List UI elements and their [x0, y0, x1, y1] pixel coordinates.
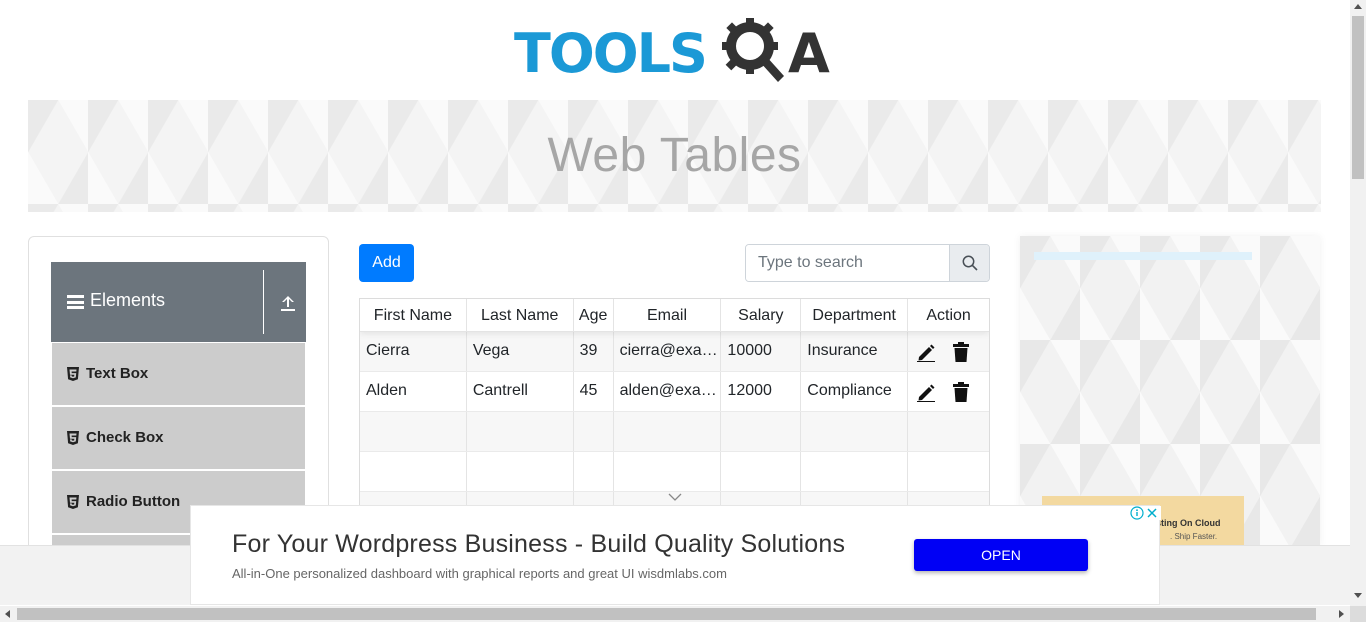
cell-department: Insurance: [801, 332, 909, 371]
scroll-up-arrow-icon[interactable]: [1354, 4, 1362, 9]
html5-icon: [67, 431, 79, 445]
cell-email: alden@example.com: [614, 372, 722, 411]
ad-headline[interactable]: For Your Wordpress Business - Build Qual…: [232, 530, 845, 559]
vertical-scrollbar[interactable]: [1350, 0, 1366, 606]
column-header-salary[interactable]: Salary: [721, 299, 802, 331]
collapse-upload-icon[interactable]: [279, 294, 297, 312]
menu-icon: [67, 295, 84, 309]
sidebar-item-check-box[interactable]: Check Box: [51, 407, 306, 469]
search-box: [745, 244, 990, 282]
scroll-right-arrow-icon[interactable]: [1339, 610, 1344, 618]
page-banner: Web Tables: [28, 100, 1321, 212]
search-button[interactable]: [949, 245, 989, 281]
column-header-last-name[interactable]: Last Name: [467, 299, 574, 331]
cell-age: 39: [574, 332, 614, 371]
web-table: First Name Last Name Age Email Salary De…: [359, 298, 990, 506]
table-row: Cierra Vega 39 cierra@example.com 10000 …: [360, 332, 989, 372]
logo-text: TOOLS: [514, 22, 708, 85]
cell-email: cierra@example.com: [614, 332, 722, 371]
cell-salary: 10000: [721, 332, 802, 371]
scrollbar-thumb[interactable]: [1352, 16, 1364, 179]
page-title: Web Tables: [547, 129, 802, 182]
delete-icon[interactable]: [952, 381, 970, 402]
sidebar-group-title: Elements: [90, 290, 166, 310]
gear-search-icon: [722, 18, 784, 82]
horizontal-scrollbar[interactable]: [0, 606, 1350, 622]
search-icon: [962, 255, 978, 271]
bottom-ad[interactable]: For Your Wordpress Business - Build Qual…: [190, 505, 1161, 605]
mini-ad-subtext: . Ship Faster.: [1170, 532, 1218, 541]
mini-ad-text: sting On Cloud: [1156, 518, 1221, 528]
column-header-email[interactable]: Email: [614, 299, 722, 331]
column-header-action: Action: [926, 307, 971, 324]
table-header: First Name Last Name Age Email Salary De…: [360, 299, 989, 332]
scrollbar-thumb[interactable]: [17, 608, 1316, 620]
ad-open-button[interactable]: OPEN: [914, 539, 1088, 571]
edit-icon[interactable]: [916, 382, 936, 402]
cell-age: 45: [574, 372, 614, 411]
column-header-age[interactable]: Age: [574, 299, 614, 331]
sidebar-item-label: Radio Button: [86, 493, 181, 510]
sidebar-group-elements[interactable]: Elements: [51, 262, 306, 342]
add-button[interactable]: Add: [359, 244, 414, 282]
table-row-empty: [360, 412, 989, 452]
divider: [263, 270, 264, 334]
cell-salary: 12000: [721, 372, 802, 411]
html5-icon: [67, 495, 79, 509]
html5-icon: [67, 367, 79, 381]
ad-strip: [1034, 252, 1252, 260]
edit-icon[interactable]: [916, 342, 936, 362]
scroll-down-chevron-icon[interactable]: [360, 489, 989, 505]
sidebar-item-label: Check Box: [86, 429, 164, 446]
sidebar-item-text-box[interactable]: Text Box: [51, 343, 306, 405]
table-row: Alden Cantrell 45 alden@example.com 1200…: [360, 372, 989, 412]
scroll-down-arrow-icon[interactable]: [1354, 593, 1362, 598]
ad-subtext: All-in-One personalized dashboard with g…: [232, 566, 727, 581]
cell-last-name: Cantrell: [467, 372, 574, 411]
cell-last-name: Vega: [467, 332, 574, 371]
scroll-left-arrow-icon[interactable]: [5, 610, 10, 618]
toolsqa-logo[interactable]: TOOLS A: [514, 16, 840, 90]
column-header-first-name[interactable]: First Name: [360, 299, 467, 331]
cell-actions: [908, 332, 989, 371]
column-header-department[interactable]: Department: [801, 299, 909, 331]
ad-info-close-icon[interactable]: [1129, 506, 1161, 520]
search-input[interactable]: [746, 245, 949, 281]
cell-first-name: Cierra: [360, 332, 467, 371]
sidebar-ad[interactable]: sting On Cloud . Ship Faster.: [1020, 236, 1320, 546]
cell-first-name: Alden: [360, 372, 467, 411]
sidebar-item-label: Text Box: [86, 365, 149, 382]
cell-department: Compliance: [801, 372, 909, 411]
table-row-empty: [360, 452, 989, 492]
logo-text-end: A: [788, 22, 830, 85]
scrollbar-corner: [1350, 606, 1366, 622]
delete-icon[interactable]: [952, 341, 970, 362]
cell-actions: [908, 372, 989, 411]
